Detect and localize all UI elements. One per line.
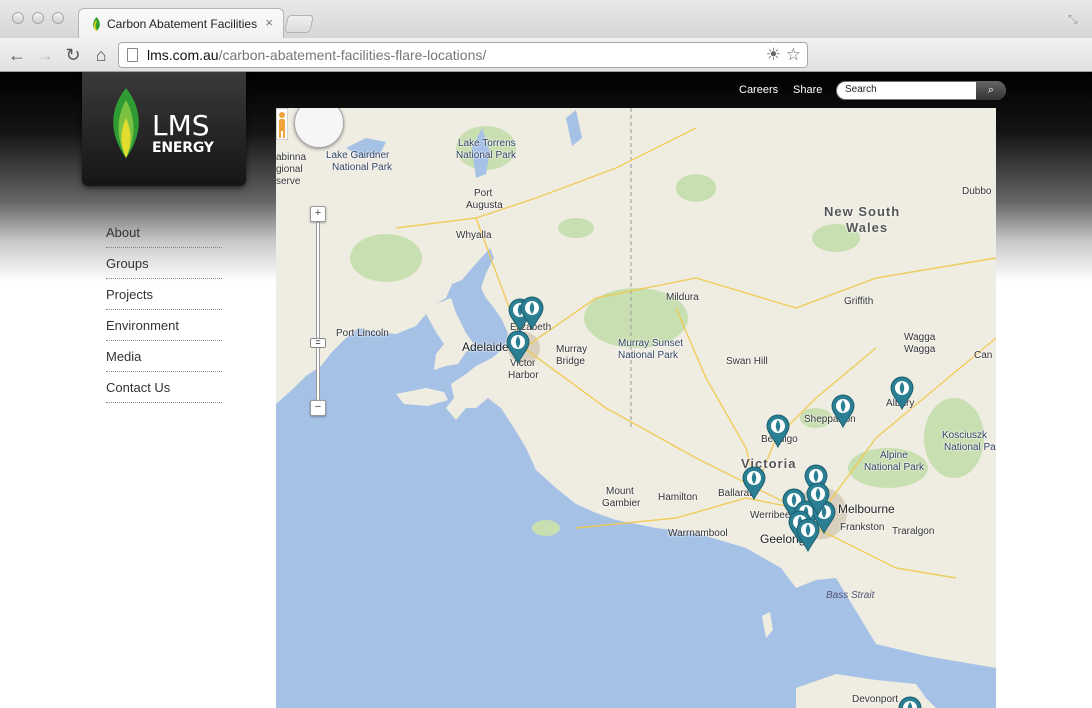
map-label: Traralgon (892, 526, 935, 537)
tab-close-icon[interactable]: × (265, 15, 273, 30)
map-label: Melbourne (838, 502, 895, 516)
zoom-out-button[interactable]: − (310, 400, 326, 416)
search-box: ⌕ (836, 81, 1006, 100)
logo[interactable]: LMS ENERGY (82, 72, 246, 186)
sidebar-item-groups[interactable]: Groups (106, 247, 222, 278)
nav-careers-link[interactable]: Careers (739, 84, 778, 96)
map-label: National Pa (944, 442, 996, 453)
map-label: Gambier (602, 498, 641, 509)
minimize-window-button[interactable] (32, 12, 44, 24)
reload-icon[interactable]: ↻ (62, 44, 84, 66)
map-label: Alpine (880, 450, 908, 461)
logo-secondary-text: ENERGY (152, 140, 214, 156)
close-window-button[interactable] (12, 12, 24, 24)
map-label: Mildura (666, 292, 699, 303)
map-label: Kosciuszk (942, 430, 988, 441)
map-label: Port (474, 188, 493, 199)
map-label: Wagga (904, 344, 936, 355)
page-content: LMS ENERGY Careers Share ⌕ About Groups … (0, 72, 1092, 708)
map-label: Adelaide (462, 340, 509, 354)
bookmark-star-icon[interactable]: ☆ (786, 45, 801, 64)
map-label: Whyalla (456, 230, 492, 241)
map-label: Can (974, 350, 993, 361)
leaf-logo-icon (113, 88, 139, 158)
map-label: National Park (332, 162, 393, 173)
search-input[interactable] (845, 84, 975, 95)
flare-location-marker-icon[interactable] (506, 330, 530, 364)
back-arrow-icon[interactable]: ← (6, 44, 28, 66)
lightbulb-icon[interactable]: ☀ (766, 45, 781, 64)
map-label: Swan Hill (726, 356, 768, 367)
sidebar-item-projects[interactable]: Projects (106, 278, 222, 309)
sidebar-item-media[interactable]: Media (106, 340, 222, 371)
tab-title: Carbon Abatement Facilities (107, 17, 257, 31)
zoom-slider-handle[interactable]: = (310, 338, 326, 348)
leaf-icon (93, 17, 100, 31)
map-label: Harbor (508, 370, 539, 381)
flare-location-marker-icon[interactable] (520, 296, 544, 330)
map-label: Lake Torrens (458, 138, 516, 149)
flare-location-marker-icon[interactable] (831, 394, 855, 428)
flare-location-marker-icon[interactable] (898, 696, 922, 708)
map-label: Bridge (556, 356, 585, 367)
fullscreen-icon[interactable]: ⤡ (1068, 12, 1080, 26)
map-label: serve (276, 176, 301, 187)
sidebar-item-about[interactable]: About (106, 216, 222, 247)
map-label: Bass Strait (826, 590, 875, 601)
flare-location-marker-icon[interactable] (742, 466, 766, 500)
url-text[interactable]: lms.com.au/carbon-abatement-facilities-f… (147, 47, 486, 63)
facilities-map[interactable]: New South Wales Victoria Lake Torrens Na… (276, 108, 996, 708)
map-label: National Park (456, 150, 517, 161)
map-label: National Park (864, 462, 925, 473)
map-label: Augusta (466, 200, 503, 211)
map-label: Griffith (844, 296, 874, 307)
map-label: Murray (556, 344, 588, 355)
search-icon: ⌕ (987, 84, 995, 96)
map-label-nsw: New South (824, 204, 901, 219)
logo-primary-text: LMS (152, 109, 210, 142)
flare-location-marker-icon[interactable] (890, 376, 914, 410)
flare-location-marker-icon[interactable] (766, 414, 790, 448)
street-view-pegman-icon[interactable] (276, 108, 288, 140)
map-label: Warrnambool (668, 528, 728, 539)
map-label: Lake Gairdner (326, 150, 390, 161)
address-bar[interactable]: lms.com.au/carbon-abatement-facilities-f… (118, 42, 808, 68)
zoom-track[interactable] (316, 222, 320, 402)
browser-window: Carbon Abatement Facilities × ⤡ ← → ↻ ⌂ … (0, 0, 1092, 708)
map-label: Mount (606, 486, 634, 497)
nav-share-link[interactable]: Share (793, 84, 822, 96)
sidebar-item-environment[interactable]: Environment (106, 309, 222, 340)
search-button[interactable]: ⌕ (976, 81, 1006, 100)
map-label: Frankston (840, 522, 885, 533)
map-label: Hamilton (658, 492, 698, 503)
sidebar-nav: About Groups Projects Environment Media … (106, 216, 222, 403)
map-label: Dubbo (962, 186, 992, 197)
map-label: Port Lincoln (336, 328, 389, 339)
map-label: Murray Sunset (618, 338, 684, 349)
zoom-window-button[interactable] (52, 12, 64, 24)
map-label-nsw-2: Wales (846, 220, 889, 235)
forward-arrow-icon[interactable]: → (34, 44, 56, 66)
home-icon[interactable]: ⌂ (90, 44, 112, 66)
sidebar-item-contact-us[interactable]: Contact Us (106, 371, 222, 402)
browser-tab[interactable]: Carbon Abatement Facilities × (78, 8, 284, 38)
map-label: Wagga (904, 332, 936, 343)
tab-bar: Carbon Abatement Facilities × ⤡ (0, 0, 1092, 38)
map-label: Devonport (852, 694, 899, 705)
map-label: National Park (618, 350, 679, 361)
flare-location-marker-icon[interactable] (796, 518, 820, 552)
new-tab-button[interactable] (284, 15, 314, 33)
zoom-in-button[interactable]: + (310, 206, 326, 222)
map-label: gional (276, 164, 303, 175)
map-label: abinna (276, 152, 307, 163)
page-icon (127, 48, 138, 62)
browser-toolbar: ← → ↻ ⌂ lms.com.au/carbon-abatement-faci… (0, 38, 1092, 72)
zoom-control: + = − (310, 206, 332, 420)
